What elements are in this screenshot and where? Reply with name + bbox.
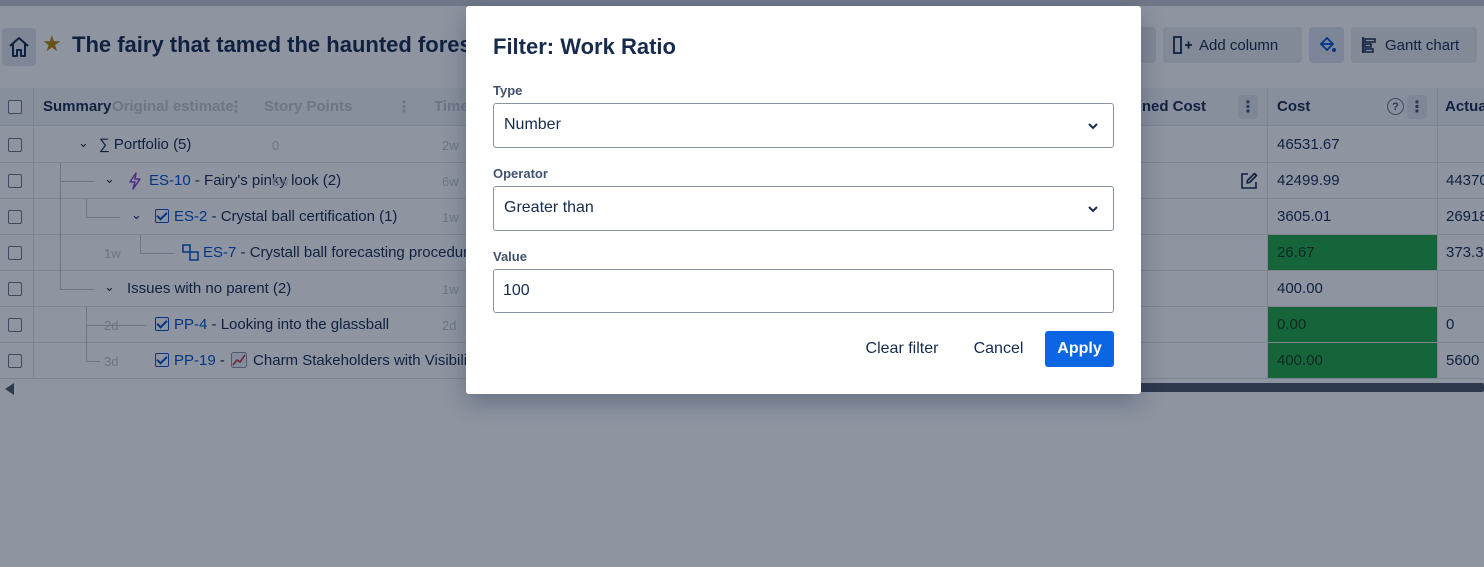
chevron-down-icon	[1088, 123, 1098, 130]
operator-label: Operator	[493, 166, 548, 181]
type-select[interactable]: Number	[493, 103, 1114, 148]
value-input[interactable]	[493, 269, 1114, 313]
chevron-down-icon	[1088, 206, 1098, 213]
filter-dialog: Filter: Work Ratio Type Number Operator …	[466, 6, 1141, 394]
operator-select-value: Greater than	[504, 199, 594, 216]
operator-select[interactable]: Greater than	[493, 186, 1114, 231]
type-select-value: Number	[504, 116, 561, 133]
apply-button[interactable]: Apply	[1045, 331, 1114, 367]
dialog-title: Filter: Work Ratio	[493, 34, 676, 59]
value-label: Value	[493, 249, 527, 264]
type-label: Type	[493, 83, 523, 98]
clear-filter-button[interactable]: Clear filter	[855, 331, 949, 367]
cancel-button[interactable]: Cancel	[963, 331, 1034, 367]
